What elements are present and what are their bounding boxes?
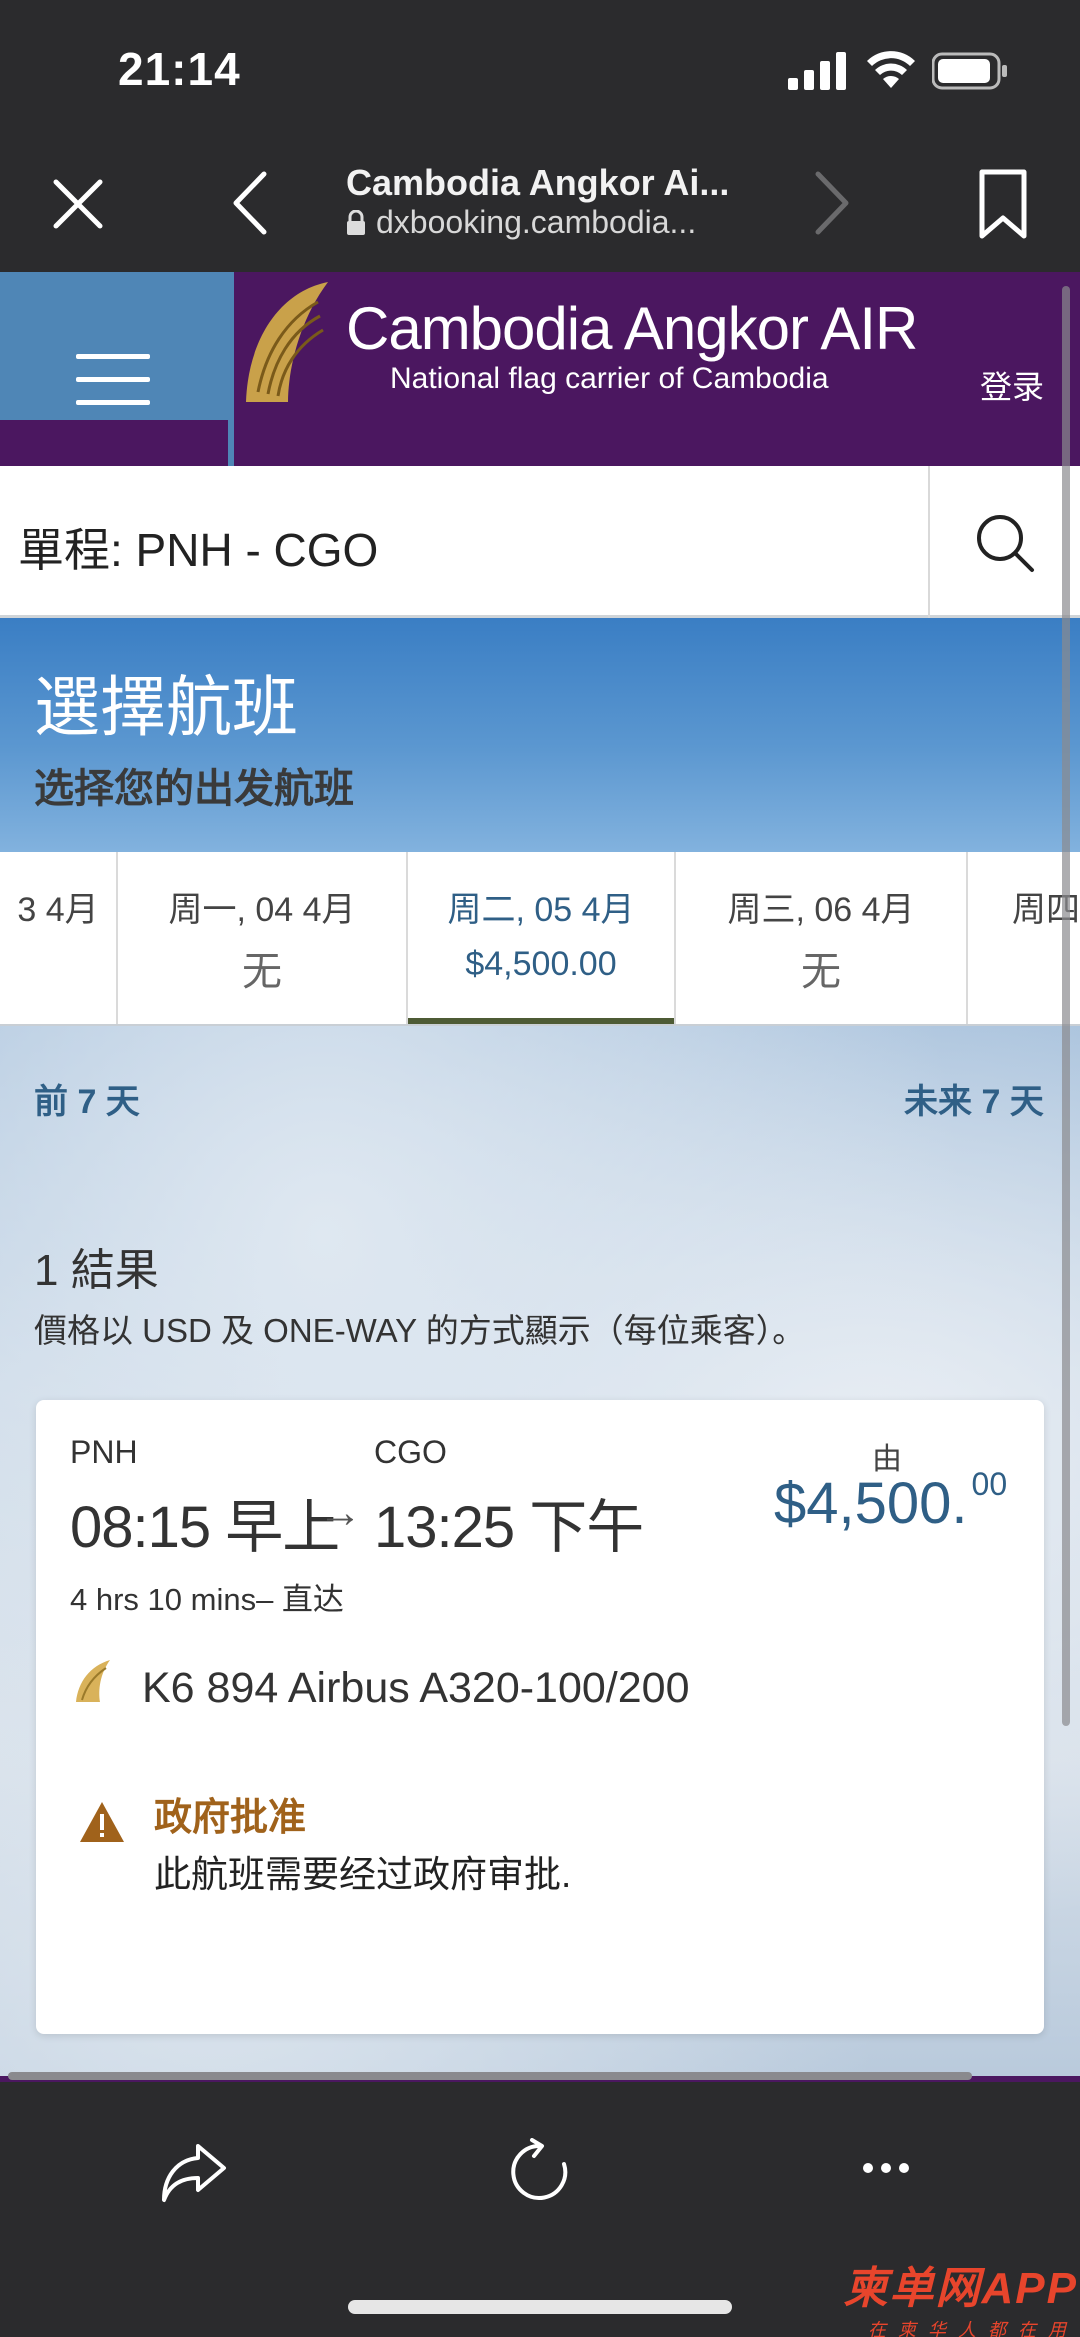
page-title: Cambodia Angkor Ai...: [346, 162, 730, 203]
warning-icon: [80, 1802, 124, 1842]
selected-indicator: [408, 1018, 674, 1024]
date-option[interactable]: 周三, 06 4月 无: [676, 852, 968, 1024]
flight-card[interactable]: PNH CGO 08:15 早上 → 13:25 下午 4 hrs 10 min…: [36, 1400, 1044, 2034]
hero-title: 選擇航班: [34, 670, 298, 744]
search-icon[interactable]: [974, 512, 1036, 574]
date-option[interactable]: 周一, 04 4月 无: [118, 852, 408, 1024]
cellular-signal-icon: [788, 52, 846, 90]
close-icon[interactable]: [50, 176, 106, 232]
origin-code: PNH: [70, 1434, 138, 1470]
status-bar: 21:14: [0, 0, 1080, 140]
url-text: dxbooking.cambodia...: [376, 204, 697, 240]
prev-7-days-link[interactable]: 前 7 天: [34, 1074, 140, 1123]
flight-number: K6 894 Airbus A320-100/200: [142, 1664, 690, 1712]
arrow-icon: →: [318, 1488, 362, 1537]
back-icon[interactable]: [226, 170, 274, 236]
hero-banner: 選擇航班 选择您的出发航班: [0, 618, 1080, 852]
warning-text: 此航班需要经过政府审批.: [154, 1854, 572, 1895]
next-7-days-link[interactable]: 未来 7 天: [904, 1074, 1044, 1123]
browser-bottom-toolbar: 柬单网APP 在柬华人都在用: [0, 2082, 1080, 2337]
reload-icon[interactable]: [506, 2138, 574, 2206]
date-option-selected[interactable]: 周二, 05 4月 $4,500.00: [408, 852, 676, 1024]
lock-icon: [347, 209, 365, 235]
date-price: 无: [242, 950, 282, 994]
divider: [928, 466, 930, 618]
hero-subtitle: 选择您的出发航班: [34, 767, 354, 811]
url-bar[interactable]: dxbooking.cambodia...: [346, 204, 776, 241]
route-summary[interactable]: 單程: PNH - CGO: [0, 466, 1080, 618]
flight-duration: 4 hrs 10 mins– 直达: [70, 1582, 344, 1617]
vertical-scrollbar[interactable]: [1062, 286, 1070, 1726]
forward-icon[interactable]: [808, 170, 856, 236]
watermark-slogan: 在柬华人都在用: [868, 2320, 1078, 2337]
date-label: 3 4月: [17, 891, 99, 929]
watermark: 柬单网APP 在柬华人都在用: [822, 2252, 1078, 2337]
date-label: 周二, 05 4月: [447, 891, 635, 929]
price-amount: $4,500.: [774, 1471, 968, 1536]
flight-price[interactable]: $4,500. 00: [774, 1466, 1007, 1537]
watermark-title: 柬单网APP: [843, 2264, 1078, 2313]
status-time: 21:14: [118, 43, 241, 95]
horizontal-scrollbar[interactable]: [8, 2072, 972, 2080]
share-icon[interactable]: [158, 2138, 230, 2206]
destination-code: CGO: [374, 1434, 447, 1470]
price-cents: 00: [971, 1466, 1008, 1502]
airline-logo-icon: [228, 272, 328, 466]
home-indicator[interactable]: [348, 2300, 732, 2314]
arrival-time: 13:25 下午: [374, 1495, 644, 1560]
warning-title: 政府批准: [154, 1797, 307, 1839]
date-price: $4,500.00: [465, 945, 617, 983]
wifi-icon: [867, 51, 915, 88]
airline-tail-icon: [76, 1660, 110, 1702]
result-count: 1 結果: [34, 1246, 159, 1295]
login-link[interactable]: 登录: [980, 362, 1044, 408]
battery-icon: [932, 52, 1007, 90]
date-label: 周三, 06 4月: [727, 891, 915, 929]
date-selector: 3 4月 周一, 04 4月 无 周二, 05 4月 $4,500.00 周三,…: [0, 852, 1080, 1026]
browser-toolbar: Cambodia Angkor Ai... dxbooking.cambodia…: [0, 140, 1080, 272]
bookmark-icon[interactable]: [972, 168, 1034, 240]
price-note: 價格以 USD 及 ONE-WAY 的方式顯示（每位乘客）。: [34, 1312, 806, 1349]
more-icon[interactable]: [862, 2158, 910, 2178]
route-label: 單程: PNH - CGO: [18, 524, 379, 576]
brand-tagline: National flag carrier of Cambodia: [390, 362, 829, 395]
departure-time: 08:15 早上: [70, 1495, 340, 1560]
date-label: 周一, 04 4月: [168, 891, 356, 929]
brand-name: Cambodia Angkor AIR: [346, 295, 918, 362]
date-price: 无: [801, 950, 841, 994]
results-area: 前 7 天 未来 7 天 1 結果 價格以 USD 及 ONE-WAY 的方式顯…: [0, 1026, 1080, 2076]
date-option[interactable]: 3 4月: [0, 852, 118, 1024]
menu-icon[interactable]: [76, 354, 150, 406]
site-header: Cambodia Angkor AIR National flag carrie…: [0, 272, 1080, 466]
